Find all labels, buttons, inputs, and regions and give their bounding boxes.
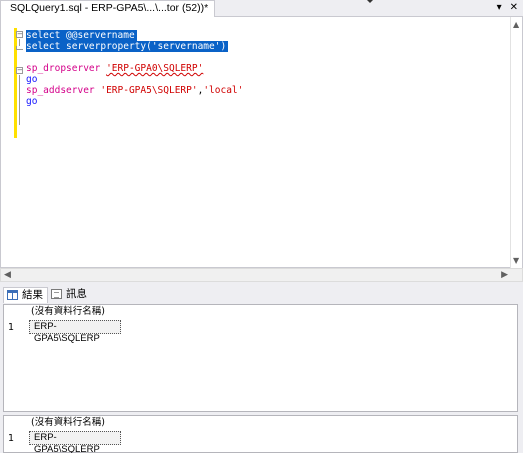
close-icon[interactable]: ✕ xyxy=(510,1,518,15)
change-tracking-margin xyxy=(14,28,17,138)
code-token: go xyxy=(26,74,38,85)
code-token: go xyxy=(26,96,38,107)
fold-guide xyxy=(19,75,20,125)
message-icon xyxy=(51,289,62,299)
fold-guide-end xyxy=(16,46,23,50)
results-tab-strip: 結果 訊息 xyxy=(0,284,523,304)
code-token: 'ERP-GPA5\SQLERP' xyxy=(100,85,198,96)
tab-messages[interactable]: 訊息 xyxy=(48,287,91,303)
code-token: 'ERP-GPA0\SQLERP' xyxy=(106,63,204,74)
code-token: select serverproperty('servername') xyxy=(26,41,229,52)
code-token: select @@servername xyxy=(26,30,137,41)
scroll-right-icon[interactable]: ▶ xyxy=(501,270,508,280)
collapse-icon[interactable]: − xyxy=(16,31,23,38)
horizontal-scrollbar[interactable]: ◀ ▶ xyxy=(0,268,523,282)
tab-results-label: 結果 xyxy=(22,289,43,301)
tab-dropdown-icon[interactable]: ▾ xyxy=(497,1,502,15)
grid-icon xyxy=(7,290,18,300)
code-token: sp_addserver xyxy=(26,85,101,96)
result-cell[interactable]: ERP-GPA5\SQLERP xyxy=(29,431,121,453)
code-line[interactable]: sp_addserver 'ERP-GPA5\SQLERP','local' xyxy=(26,85,243,96)
column-header[interactable]: (沒有資料行名稱) xyxy=(31,306,105,317)
tab-controls: ▾ ✕ xyxy=(489,1,518,15)
code-line[interactable]: select serverproperty('servername') xyxy=(26,41,243,52)
query-editor[interactable]: − − select @@servername select serverprop… xyxy=(0,17,523,268)
code-line[interactable] xyxy=(26,52,243,63)
splitter-marker-icon xyxy=(367,0,373,3)
code-token: sp_dropserver xyxy=(26,63,107,74)
scroll-left-icon[interactable]: ◀ xyxy=(4,270,11,280)
document-tab-strip: SQLQuery1.sql - ERP-GPA5\...\...tor (52)… xyxy=(0,0,523,17)
result-grid-1[interactable]: (沒有資料行名稱) 1 ERP-GPA5\SQLERP xyxy=(3,304,518,412)
sql-code[interactable]: select @@servername select serverproperty… xyxy=(26,30,243,107)
result-cell[interactable]: ERP-GPA5\SQLERP xyxy=(29,320,121,344)
tab-sqlquery1[interactable]: SQLQuery1.sql - ERP-GPA5\...\...tor (52)… xyxy=(0,0,216,17)
code-line[interactable]: go xyxy=(26,96,243,107)
result-grid-2[interactable]: (沒有資料行名稱) 1 ERP-GPA5\SQLERP xyxy=(3,415,518,453)
scroll-down-icon[interactable]: ▼ xyxy=(513,256,519,265)
code-token: 'local' xyxy=(203,85,244,96)
code-line[interactable]: sp_dropserver 'ERP-GPA0\SQLERP' xyxy=(26,63,243,74)
vertical-scrollbar[interactable]: ▲ ▼ xyxy=(510,17,522,268)
scroll-up-icon[interactable]: ▲ xyxy=(513,20,519,29)
code-line[interactable]: select @@servername xyxy=(26,30,243,41)
column-header[interactable]: (沒有資料行名稱) xyxy=(31,417,105,428)
tab-messages-label: 訊息 xyxy=(66,288,87,300)
code-line[interactable]: go xyxy=(26,74,243,85)
row-number[interactable]: 1 xyxy=(8,433,14,445)
collapse-icon[interactable]: − xyxy=(16,67,23,74)
tab-results[interactable]: 結果 xyxy=(3,287,48,303)
row-number[interactable]: 1 xyxy=(8,322,14,334)
